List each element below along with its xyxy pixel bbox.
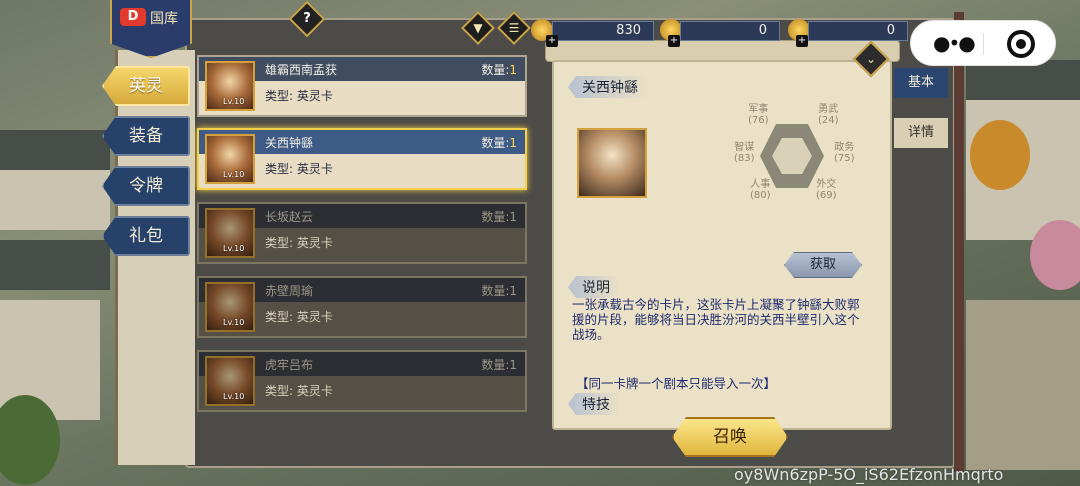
side-tab-column bbox=[115, 50, 195, 465]
help-icon: ? bbox=[303, 11, 311, 26]
detail-title: 关西钟繇 bbox=[568, 76, 648, 98]
tab-heroes[interactable]: 英灵 bbox=[102, 66, 190, 106]
miniprogram-capsule: ●•● bbox=[910, 20, 1056, 66]
stat-value: (24) bbox=[818, 115, 839, 126]
card-quantity-value: 1 bbox=[509, 358, 517, 372]
card-level: Lv.10 bbox=[223, 318, 245, 327]
more-dots-icon[interactable]: ●•● bbox=[933, 33, 976, 53]
filter-icon: ▼ bbox=[473, 21, 483, 35]
tab-gifts[interactable]: 礼包 bbox=[102, 216, 190, 256]
bg-tree-right-pink bbox=[1030, 220, 1080, 290]
add-coins-button[interactable]: + bbox=[668, 35, 680, 47]
stat-politics: 政务 (75) bbox=[834, 142, 855, 164]
stat-value: (80) bbox=[750, 190, 771, 201]
stat-value: (69) bbox=[816, 190, 837, 201]
stat-label: 政务 bbox=[834, 142, 855, 153]
stat-personnel: 人事 (80) bbox=[750, 179, 771, 201]
stat-strategy: 智谋 (83) bbox=[734, 142, 755, 164]
card-quantity-value: 1 bbox=[509, 63, 517, 77]
card-type: 类型: 英灵卡 bbox=[265, 384, 333, 398]
card-item[interactable]: Lv.10 赤壁周瑜 数量:1 类型: 英灵卡 bbox=[197, 276, 527, 338]
card-name: 长坂赵云 bbox=[265, 210, 314, 224]
bg-roof-lower-left bbox=[0, 240, 110, 290]
hero-portrait bbox=[577, 128, 647, 198]
card-name: 雄霸西南孟获 bbox=[265, 63, 338, 77]
bg-tree-right bbox=[970, 120, 1030, 190]
card-level: Lv.10 bbox=[223, 244, 245, 253]
panel-edge bbox=[954, 12, 964, 472]
stat-label: 勇武 bbox=[818, 104, 839, 115]
card-quantity-label: 数量: bbox=[481, 136, 510, 150]
stat-label: 外交 bbox=[816, 179, 837, 190]
bg-wall-left bbox=[0, 170, 110, 230]
card-type: 类型: 英灵卡 bbox=[265, 310, 333, 324]
card-quantity: 数量:1 bbox=[481, 282, 517, 299]
card-name: 关西钟繇 bbox=[265, 136, 314, 150]
resource-tokens: 0 bbox=[808, 21, 908, 41]
stat-value: (75) bbox=[834, 153, 855, 164]
card-quantity: 数量:1 bbox=[481, 134, 517, 151]
list-icon: ☰ bbox=[508, 21, 520, 35]
capsule-divider bbox=[983, 33, 984, 55]
card-quantity: 数量:1 bbox=[481, 356, 517, 373]
stat-value: (76) bbox=[748, 115, 769, 126]
get-button[interactable]: 获取 bbox=[784, 252, 862, 278]
tab-detail[interactable]: 详情 bbox=[894, 118, 948, 148]
summon-button[interactable]: 召唤 bbox=[672, 417, 788, 457]
tab-tokens[interactable]: 令牌 bbox=[102, 166, 190, 206]
card-item[interactable]: Lv.10 雄霸西南孟获 数量:1 类型: 英灵卡 bbox=[197, 55, 527, 117]
bg-roof-left bbox=[0, 130, 110, 170]
card-quantity-value: 1 bbox=[509, 284, 517, 298]
card-name: 赤壁周瑜 bbox=[265, 284, 314, 298]
card-quantity-label: 数量: bbox=[481, 63, 510, 77]
stat-value: (83) bbox=[734, 153, 755, 164]
stat-diplomacy: 外交 (69) bbox=[816, 179, 837, 201]
card-type: 类型: 英灵卡 bbox=[265, 236, 333, 250]
card-type: 类型: 英灵卡 bbox=[265, 89, 333, 103]
stat-valor: 勇武 (24) bbox=[818, 104, 839, 126]
card-quantity-value: 1 bbox=[509, 210, 517, 224]
card-quantity-label: 数量: bbox=[481, 284, 510, 298]
resource-coins: 0 bbox=[680, 21, 780, 41]
tab-equipment[interactable]: 装备 bbox=[102, 116, 190, 156]
description-text: 一张承载古今的卡片，这张卡片上凝聚了钟繇大败郭援的片段，能够将当日决胜汾河的关西… bbox=[572, 297, 860, 342]
stat-military: 军事 (76) bbox=[748, 104, 769, 126]
card-item-selected[interactable]: Lv.10 关西钟繇 数量:1 类型: 英灵卡 bbox=[197, 128, 527, 190]
chevron-down-icon: ⌄ bbox=[865, 52, 877, 66]
import-note: 【同一卡牌一个剧本只能导入一次】 bbox=[576, 376, 777, 391]
card-level: Lv.10 bbox=[223, 97, 245, 106]
card-level: Lv.10 bbox=[223, 170, 245, 179]
card-quantity-label: 数量: bbox=[481, 358, 510, 372]
description-title: 说明 bbox=[568, 276, 620, 298]
add-tokens-button[interactable]: + bbox=[796, 35, 808, 47]
card-item[interactable]: Lv.10 虎牢吕布 数量:1 类型: 英灵卡 bbox=[197, 350, 527, 412]
stat-label: 智谋 bbox=[734, 142, 755, 153]
resource-gold: 830 bbox=[552, 21, 654, 41]
stat-label: 人事 bbox=[750, 179, 771, 190]
stat-label: 军事 bbox=[748, 104, 769, 115]
bg-wall-lower-right bbox=[966, 300, 1080, 470]
banner-logo: D bbox=[120, 8, 146, 26]
tab-basic[interactable]: 基本 bbox=[894, 68, 948, 98]
scroll-rod bbox=[545, 40, 900, 62]
card-quantity: 数量:1 bbox=[481, 61, 517, 78]
card-quantity: 数量:1 bbox=[481, 208, 517, 225]
close-circle-icon[interactable] bbox=[1007, 30, 1035, 58]
skill-title: 特技 bbox=[568, 393, 620, 415]
card-quantity-value: 1 bbox=[509, 136, 517, 150]
card-name: 虎牢吕布 bbox=[265, 358, 314, 372]
card-level: Lv.10 bbox=[223, 392, 245, 401]
bg-roof-right bbox=[966, 60, 1080, 100]
card-type: 类型: 英灵卡 bbox=[265, 162, 333, 176]
card-item[interactable]: Lv.10 长坂赵云 数量:1 类型: 英灵卡 bbox=[197, 202, 527, 264]
watermark: oy8Wn6zpP-5O_iS62EfzonHmqrto bbox=[734, 465, 1004, 484]
banner-label: 国库 bbox=[150, 11, 178, 27]
add-gold-button[interactable]: + bbox=[546, 35, 558, 47]
card-quantity-label: 数量: bbox=[481, 210, 510, 224]
